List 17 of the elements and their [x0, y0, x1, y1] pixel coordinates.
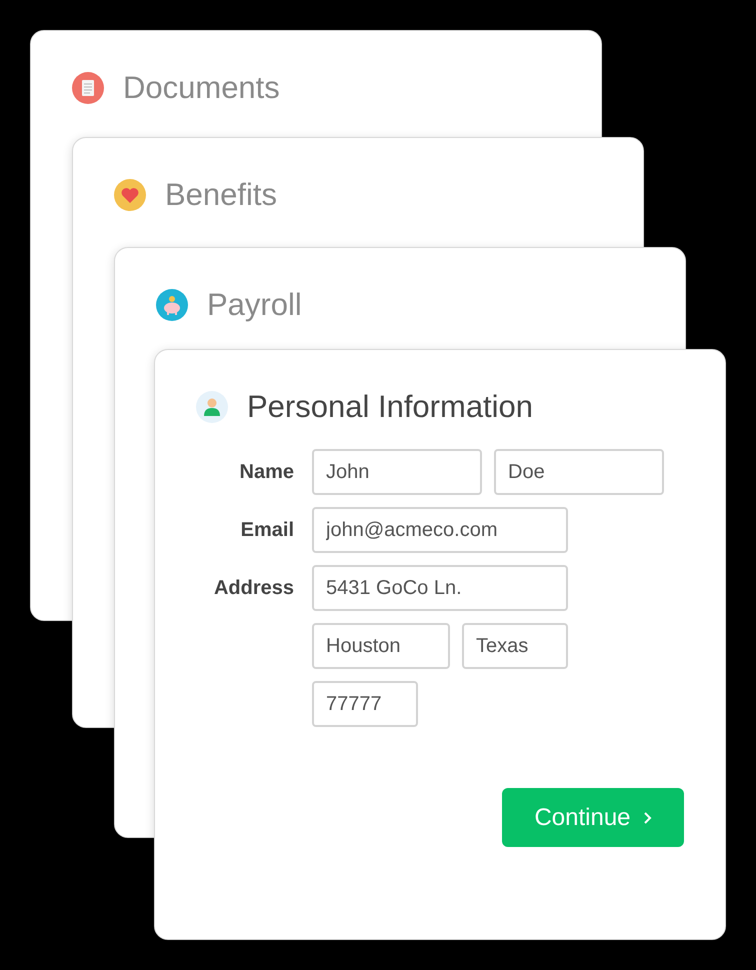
input-field[interactable]: Texas: [462, 623, 568, 669]
input-field[interactable]: John: [312, 449, 482, 495]
input-field[interactable]: 77777: [312, 681, 418, 727]
card-title: Documents: [123, 70, 280, 106]
card-title: Benefits: [165, 177, 278, 213]
input-field[interactable]: Houston: [312, 623, 450, 669]
person-icon: [195, 390, 229, 424]
card-title: Personal Information: [247, 389, 534, 425]
document-icon: [71, 71, 105, 105]
input-field[interactable]: Doe: [494, 449, 664, 495]
field-label: Address: [214, 576, 294, 601]
field-label: Email: [240, 518, 294, 543]
card-title: Payroll: [207, 287, 302, 323]
input-field[interactable]: 5431 GoCo Ln.: [312, 565, 568, 611]
chevron-right-icon: [642, 810, 652, 824]
piggy-bank-icon: [155, 288, 189, 322]
field-label: Name: [240, 460, 294, 485]
